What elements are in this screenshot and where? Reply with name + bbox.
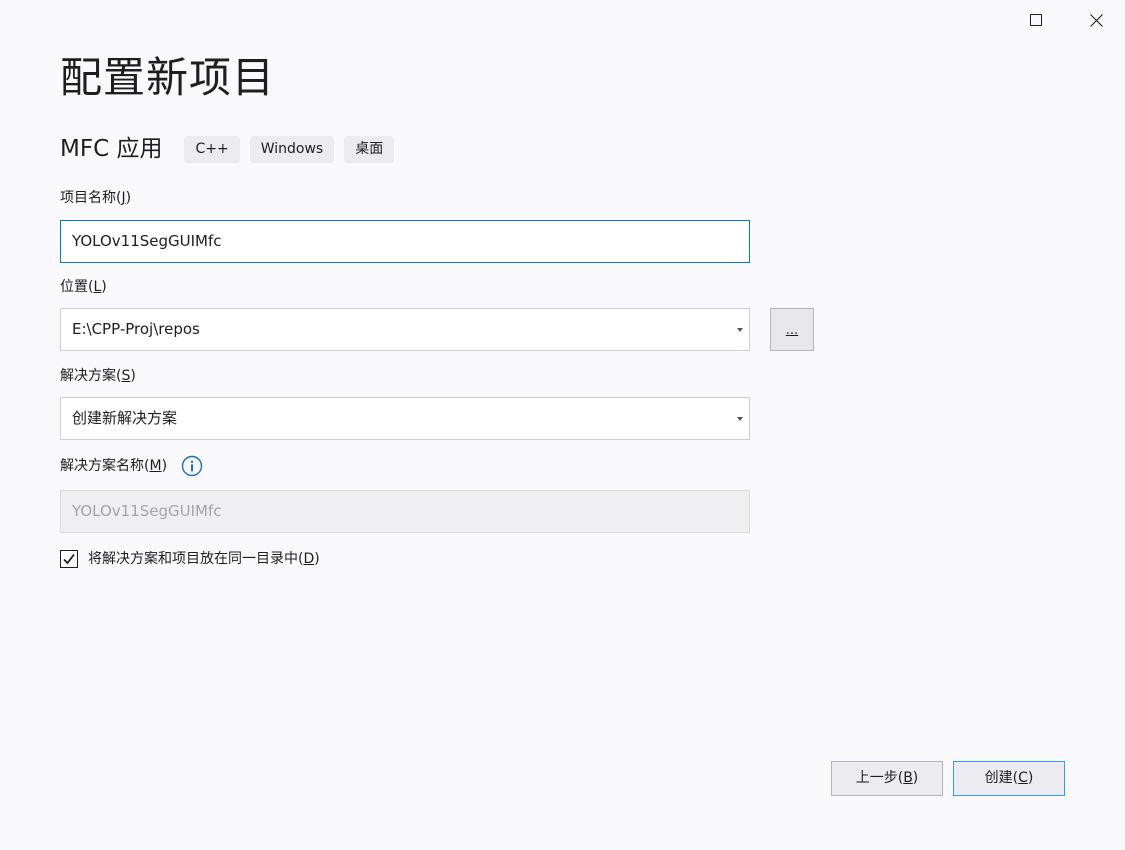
tag-project-type: 桌面 (344, 135, 395, 163)
location-value: E:\CPP-Proj\repos (72, 320, 200, 338)
solution-label: 解决方案(S) (60, 368, 136, 384)
solution-name-input: YOLOv11SegGUIMfc (60, 490, 750, 533)
template-info: MFC 应用 C++ Windows 桌面 (60, 134, 404, 164)
tag-platform: Windows (249, 135, 335, 163)
create-button[interactable]: 创建(C) (953, 761, 1065, 796)
same-directory-label: 将解决方案和项目放在同一目录中(D) (88, 551, 320, 567)
tag-language: C++ (184, 135, 240, 163)
checkmark-icon (63, 553, 75, 565)
solution-name-label: 解决方案名称(M) (60, 458, 168, 474)
project-name-label: 项目名称(J) (60, 190, 132, 206)
solution-combobox[interactable]: 创建新解决方案 (60, 397, 750, 440)
same-directory-option[interactable]: 将解决方案和项目放在同一目录中(D) (60, 548, 320, 570)
chevron-down-icon (737, 328, 743, 332)
close-button[interactable] (1067, 0, 1125, 40)
location-label: 位置(L) (60, 279, 107, 295)
chevron-down-icon (737, 417, 743, 421)
configure-project-dialog: 配置新项目 MFC 应用 C++ Windows 桌面 项目名称(J) YOLO… (0, 0, 1125, 850)
close-icon (1089, 13, 1103, 27)
maximize-icon (1030, 14, 1042, 26)
template-name: MFC 应用 (60, 136, 163, 162)
solution-value: 创建新解决方案 (72, 409, 178, 427)
browse-button[interactable]: ... (770, 308, 814, 351)
info-icon[interactable] (181, 455, 203, 477)
same-directory-checkbox[interactable] (60, 550, 78, 568)
maximize-button[interactable] (1007, 0, 1065, 40)
page-title: 配置新项目 (60, 53, 276, 102)
project-name-input[interactable]: YOLOv11SegGUIMfc (60, 220, 750, 263)
back-button[interactable]: 上一步(B) (831, 761, 943, 796)
location-combobox[interactable]: E:\CPP-Proj\repos (60, 308, 750, 351)
